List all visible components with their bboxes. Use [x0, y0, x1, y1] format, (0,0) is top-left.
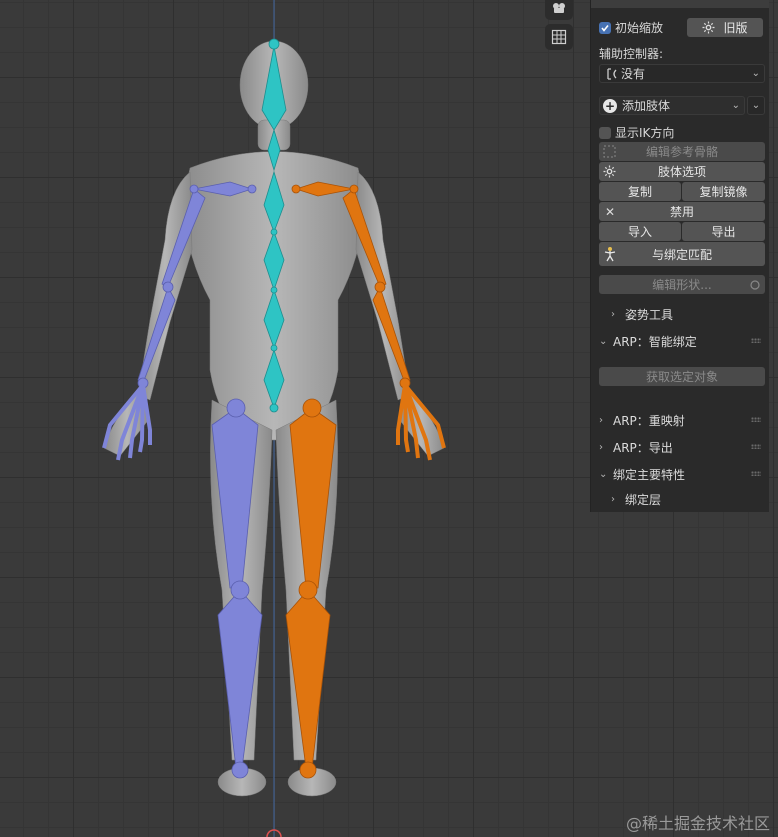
arp-smart-section[interactable]: ⌄ ARP：智能绑定	[599, 331, 763, 351]
drag-grip-icon[interactable]	[751, 471, 761, 476]
match-to-rig-label: 与绑定匹配	[651, 247, 712, 262]
rig-layers-section[interactable]: › 绑定层	[611, 489, 763, 509]
armature-figure-icon	[603, 246, 617, 262]
camera-icon	[553, 3, 565, 13]
arp-remap-label: ARP：重映射	[613, 413, 685, 428]
export-button[interactable]: 导出	[682, 222, 765, 241]
aux-controller-dropdown[interactable]: 没有 ⌄	[599, 64, 765, 83]
disable-label: 禁用	[669, 205, 694, 219]
duplicate-label: 复制	[627, 185, 652, 199]
aux-controller-label: 辅助控制器:	[599, 47, 664, 61]
edit-ref-bones-button[interactable]: 编辑参考骨骼	[599, 142, 765, 161]
add-limb-label: 添加肢体	[622, 99, 671, 113]
bone-edit-icon	[603, 145, 616, 158]
shape-options-icon	[749, 279, 761, 291]
initial-zoom-label: 初始缩放	[615, 21, 664, 35]
limb-options-button[interactable]: 肢体选项	[599, 162, 765, 181]
initial-zoom-checkbox[interactable]	[599, 21, 611, 34]
panel-top-edge	[591, 0, 769, 8]
chevron-right-icon: ›	[599, 414, 603, 426]
grid-icon	[551, 29, 567, 45]
gear-icon	[702, 21, 715, 34]
chevron-right-icon: ›	[611, 308, 615, 320]
limb-options-label: 肢体选项	[657, 165, 706, 179]
close-icon: ✕	[605, 204, 616, 219]
show-ik-row: 显示IK方向	[599, 124, 763, 141]
get-selected-label: 获取选定对象	[645, 370, 718, 384]
edit-ref-bones-label: 编辑参考骨骼	[645, 145, 718, 159]
chevron-down-icon: ⌄	[751, 68, 760, 79]
show-ik-checkbox[interactable]	[599, 126, 611, 139]
duplicate-button[interactable]: 复制	[599, 182, 681, 201]
add-limb-dropdown[interactable]: + 添加肢体 ⌄	[599, 96, 745, 115]
drag-grip-icon[interactable]	[751, 444, 761, 449]
rig-layers-label: 绑定层	[625, 492, 662, 507]
edit-shape-label: 编辑形状...	[652, 278, 712, 292]
duplicate-mirror-label: 复制镜像	[699, 185, 748, 199]
chevron-right-icon: ›	[599, 441, 603, 453]
import-button[interactable]: 导入	[599, 222, 681, 241]
edit-shape-button[interactable]: 编辑形状...	[599, 275, 765, 294]
arp-export-label: ARP：导出	[613, 440, 673, 455]
check-icon	[601, 24, 609, 32]
chevron-right-icon: ›	[611, 493, 615, 505]
show-ik-label: 显示IK方向	[615, 126, 675, 140]
character-model-view[interactable]	[0, 0, 600, 837]
add-limb-menu-button[interactable]: ⌄	[747, 96, 765, 115]
import-label: 导入	[627, 225, 652, 239]
chevron-down-icon: ⌄	[599, 335, 608, 347]
ortho-grid-button[interactable]	[545, 24, 573, 50]
arp-remap-section[interactable]: › ARP：重映射	[599, 410, 763, 430]
arp-smart-label: ARP：智能绑定	[613, 334, 697, 349]
rig-main-props-section[interactable]: ⌄ 绑定主要特性	[599, 464, 763, 484]
duplicate-mirror-button[interactable]: 复制镜像	[682, 182, 765, 201]
bone-constraint-icon	[603, 67, 621, 81]
aux-controller-value: 没有	[621, 67, 646, 81]
pose-tools-label: 姿势工具	[625, 307, 674, 322]
camera-view-button[interactable]	[545, 0, 573, 20]
get-selected-button[interactable]: 获取选定对象	[599, 367, 765, 386]
drag-grip-icon[interactable]	[751, 417, 761, 422]
match-to-rig-button[interactable]: 与绑定匹配	[599, 242, 765, 266]
legacy-button-label: 旧版	[723, 21, 748, 35]
legacy-button[interactable]: 旧版	[687, 18, 763, 37]
export-label: 导出	[711, 225, 736, 239]
gear-icon	[603, 165, 616, 178]
arp-export-section[interactable]: › ARP：导出	[599, 437, 763, 457]
drag-grip-icon[interactable]	[751, 338, 761, 343]
disable-button[interactable]: ✕ 禁用	[599, 202, 765, 221]
watermark: @稀土掘金技术社区	[626, 814, 771, 833]
chevron-down-icon: ⌄	[599, 468, 608, 480]
chevron-down-icon: ⌄	[751, 100, 761, 111]
rig-main-props-label: 绑定主要特性	[613, 467, 686, 482]
arp-side-panel: 初始缩放 旧版 辅助控制器: 没有 ⌄ + 添加肢体 ⌄ ⌄ 显示IK方向 编辑…	[590, 0, 769, 512]
add-circle-icon: +	[603, 98, 617, 113]
pose-tools-section[interactable]: › 姿势工具	[611, 304, 763, 324]
chevron-down-icon: ⌄	[731, 100, 740, 111]
